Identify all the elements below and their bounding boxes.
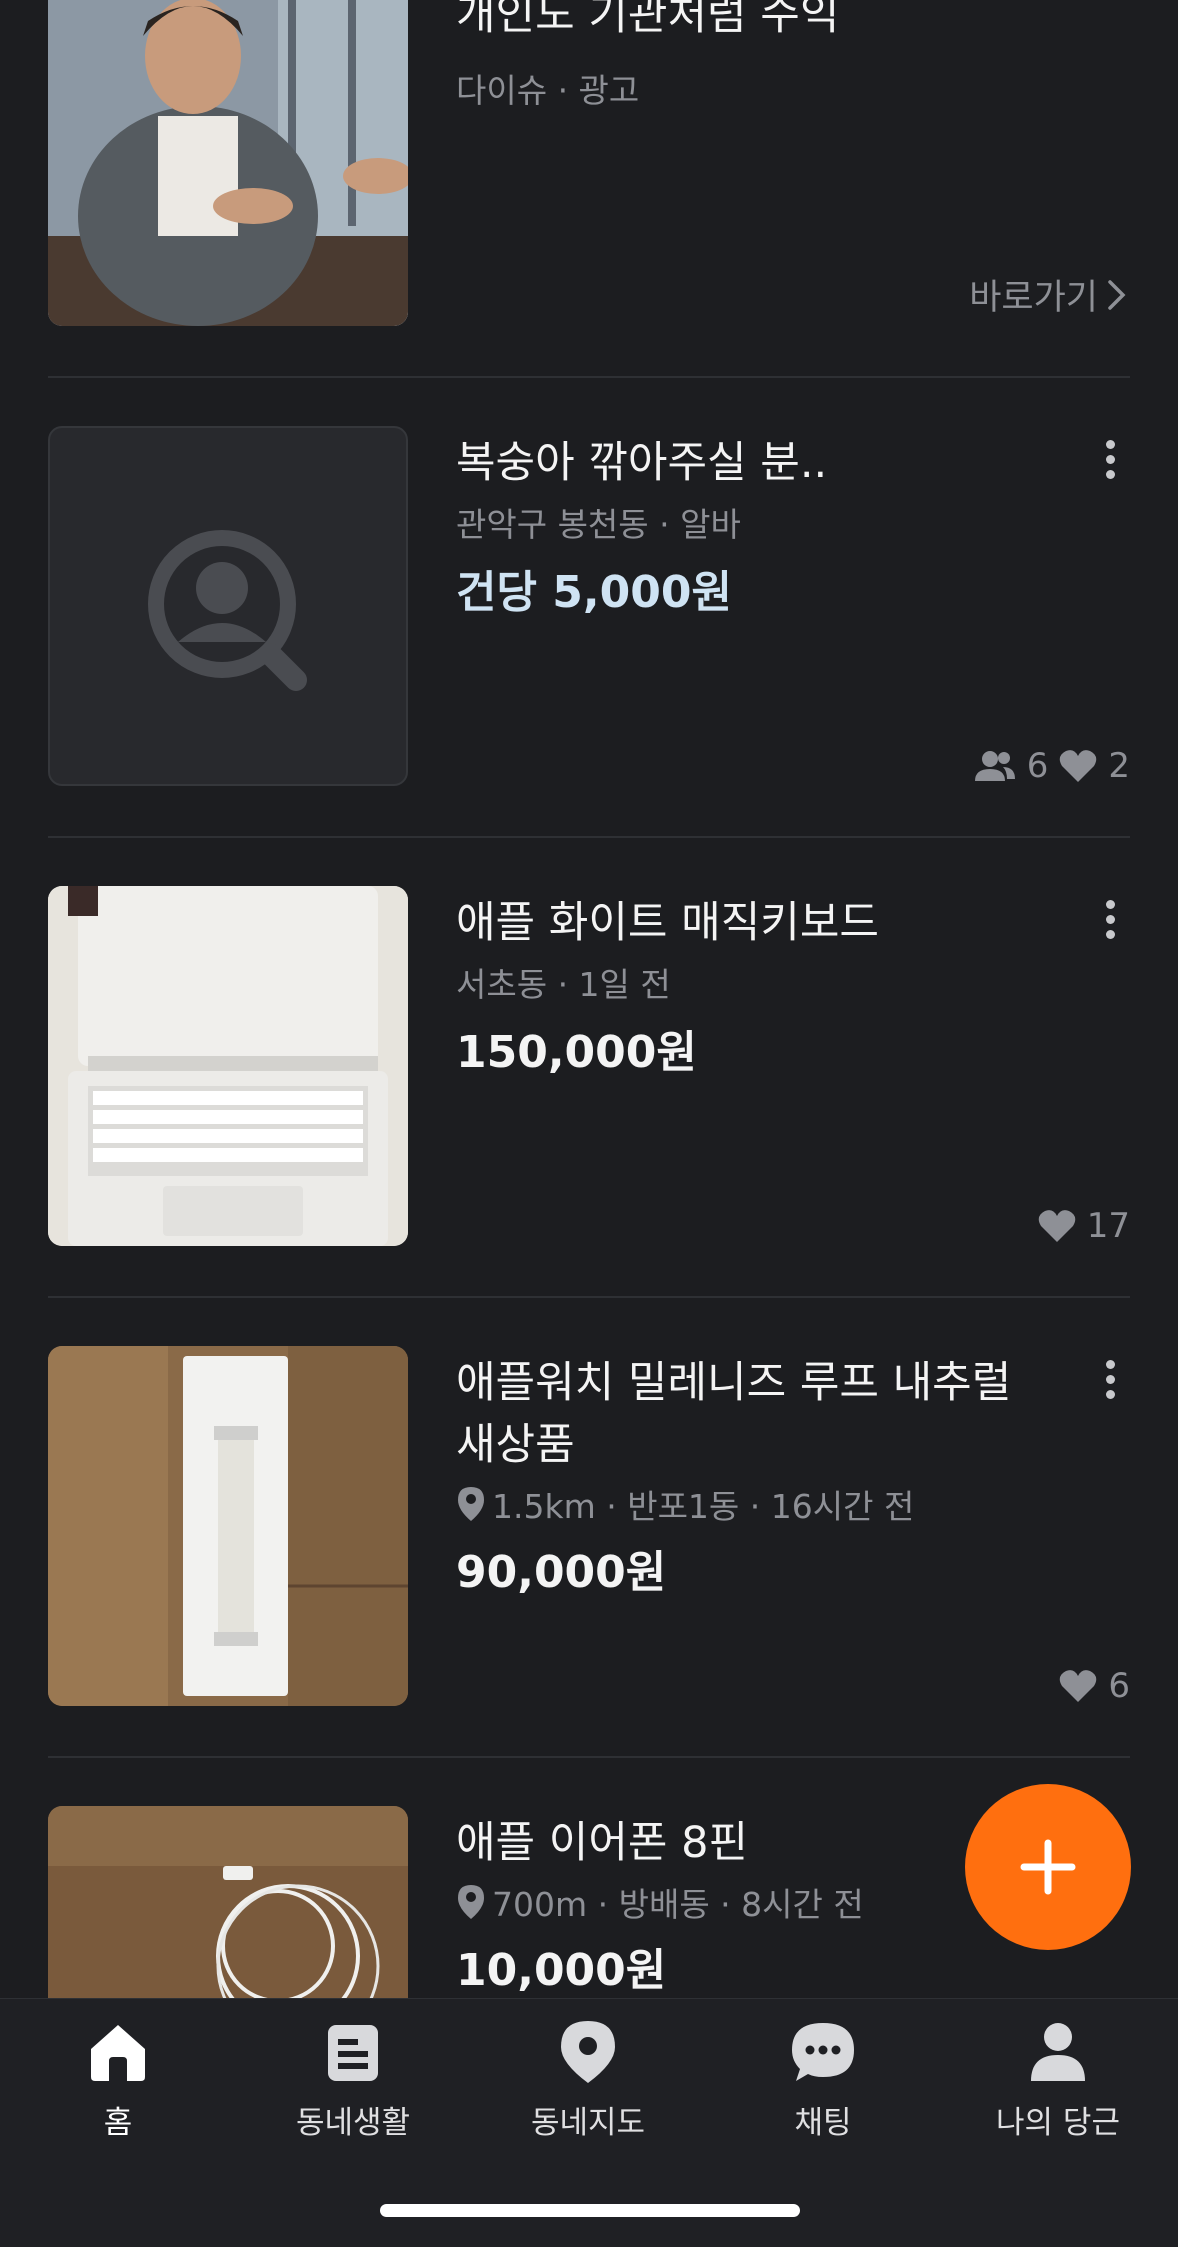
item-title-line1: 애플워치 밀레니즈 루프 내추럴 — [456, 1358, 1012, 1408]
tab-my[interactable]: 나의 당근 — [958, 2019, 1158, 2142]
home-indicator — [380, 2204, 800, 2217]
tab-community[interactable]: 동네생활 — [253, 2019, 453, 2142]
tab-home[interactable]: 홈 — [18, 2019, 218, 2142]
plus-icon — [1020, 1839, 1076, 1895]
tab-chat-label: 채팅 — [794, 2105, 852, 2141]
like-count: 6 — [1108, 1666, 1130, 1706]
tab-map[interactable]: 동네지도 — [488, 2019, 688, 2142]
item-price: 건당 5,000원 — [456, 567, 732, 618]
item-meta-text: 700m · 방배동 · 8시간 전 — [492, 1885, 864, 1924]
tab-home-label: 홈 — [103, 2105, 133, 2141]
product-image — [48, 886, 408, 1246]
product-feed: 개인도 기관처럼 수익 다이슈 · 광고 바로가기 복숭아 깎아주실 분.. 관… — [0, 0, 1178, 1998]
item-stats: 6 2 — [973, 746, 1130, 786]
item-meta-text: 1.5km · 반포1동 · 16시간 전 — [492, 1487, 915, 1526]
chat-bubble-icon — [792, 2023, 854, 2081]
item-price: 150,000원 — [456, 1027, 697, 1078]
item-meta: 1.5km · 반포1동 · 16시간 전 — [456, 1480, 914, 1528]
write-button[interactable] — [965, 1784, 1131, 1950]
more-options-button[interactable] — [1090, 1354, 1130, 1414]
item-title: 애플 화이트 매직키보드 — [456, 898, 879, 948]
item-meta: 관악구 봉천동 · 알바 — [456, 505, 741, 544]
tab-map-label: 동네지도 — [530, 2105, 646, 2141]
tab-my-label: 나의 당근 — [996, 2105, 1120, 2141]
item-meta: 다이슈 · 광고 — [456, 71, 640, 110]
placeholder-image — [48, 426, 408, 786]
item-meta: 서초동 · 1일 전 — [456, 965, 671, 1004]
people-icon — [974, 751, 1015, 781]
ad-image — [48, 0, 408, 326]
people-count: 6 — [1026, 746, 1049, 786]
goto-link[interactable]: 바로가기 — [969, 269, 1130, 320]
divider — [48, 376, 1130, 378]
like-count: 2 — [1108, 746, 1130, 786]
like-count: 17 — [1086, 1206, 1130, 1246]
heart-icon — [1038, 1210, 1075, 1242]
item-price: 90,000원 — [456, 1547, 667, 1598]
divider — [48, 836, 1130, 838]
item-title: 개인도 기관처럼 수익 — [456, 0, 840, 40]
tab-chat[interactable]: 채팅 — [723, 2019, 923, 2142]
item-stats: 6 — [1058, 1666, 1130, 1706]
more-options-button[interactable] — [1090, 434, 1130, 494]
chevron-right-icon — [1108, 279, 1126, 310]
heart-icon — [1060, 750, 1097, 782]
location-pin-icon — [458, 1885, 484, 1919]
product-image — [48, 1806, 408, 1998]
item-title: 복숭아 깎아주실 분.. — [456, 438, 828, 488]
item-title: 애플워치 밀레니즈 루프 내추럴 새상품 — [456, 1352, 1011, 1476]
item-meta: 700m · 방배동 · 8시간 전 — [456, 1878, 864, 1926]
item-price: 10,000원 — [456, 1945, 667, 1996]
search-profile-icon — [148, 530, 307, 691]
goto-link-label: 바로가기 — [969, 278, 1098, 318]
item-title-line2: 새상품 — [456, 1420, 575, 1470]
community-icon — [328, 2025, 378, 2081]
person-icon — [1031, 2023, 1085, 2081]
divider — [48, 1756, 1130, 1758]
tab-community-label: 동네생활 — [295, 2105, 411, 2141]
home-icon — [91, 2025, 145, 2081]
location-pin-icon — [458, 1487, 484, 1521]
item-title: 애플 이어폰 8핀 — [456, 1818, 749, 1868]
more-options-button[interactable] — [1090, 894, 1130, 954]
item-stats: 17 — [1037, 1206, 1130, 1246]
map-pin-icon — [561, 2021, 615, 2083]
product-image — [48, 1346, 408, 1706]
divider — [48, 1296, 1130, 1298]
heart-icon — [1060, 1670, 1097, 1702]
